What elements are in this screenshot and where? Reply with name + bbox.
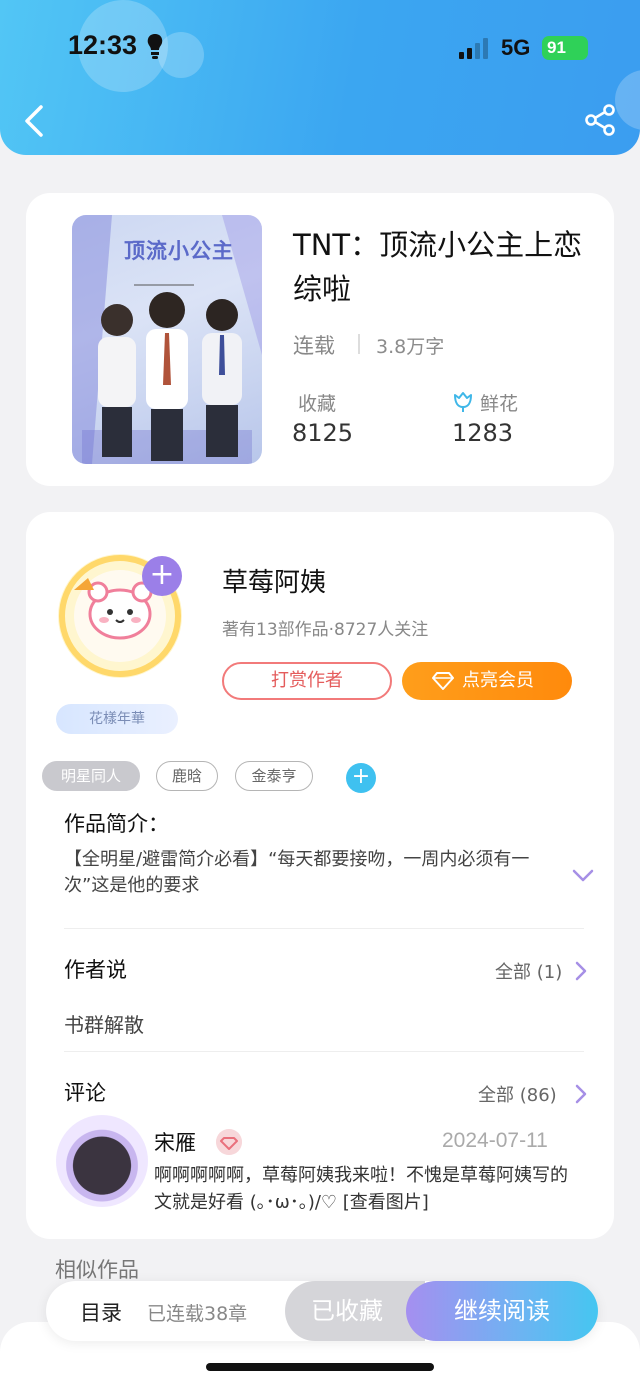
comment-text[interactable]: 啊啊啊啊啊，草莓阿姨我来啦！不愧是草莓阿姨写的文就是好看 (｡･ω･｡)/♡ [… [154,1162,574,1216]
author-says-title: 作者说 [64,958,127,982]
chapter-count: 已连载38章 [147,1303,248,1325]
intro-text: 【全明星/避雷简介必看】“每天都要接吻，一周内必须有一次”这是他的要求 [64,849,530,896]
book-title: TNT：顶流小公主上恋综啦 [293,228,583,306]
header: 12:33 5G 91 [0,0,640,155]
divider [64,1051,584,1052]
comments-title: 评论 [64,1081,106,1105]
add-tag-button[interactable]: + [346,763,376,793]
commenter-name[interactable]: 宋雁 [154,1127,196,1157]
vip-label: 点亮会员 [462,670,534,691]
serial-status: 连载 [293,334,335,358]
similar-works-title: 相似作品 [55,1258,139,1282]
book-cover[interactable]: 顶流小公主 [72,215,262,464]
decor-bubble [158,32,204,78]
comment-date: 2024-07-11 [442,1129,548,1152]
vip-button[interactable]: 点亮会员 [402,662,572,700]
favorites-count: 8125 [292,419,354,447]
favorites-label: 收藏 [298,393,337,415]
author-meta: 著有13部作品·8727人关注 [222,620,429,640]
commenter-avatar[interactable] [56,1115,148,1207]
follow-author-button[interactable]: + [142,556,182,596]
author-card: + 花樣年華 草莓阿姨 著有13部作品·8727人关注 打赏作者 点亮会员 明星… [26,512,614,1239]
continue-reading-button[interactable]: 继续阅读 [406,1281,598,1341]
tip-author-button[interactable]: 打赏作者 [222,662,392,700]
share-icon[interactable] [584,104,616,136]
flowers-label: 鲜花 [480,393,519,415]
divider [358,334,360,354]
home-indicator [206,1363,434,1371]
cover-title: 顶流小公主 [124,239,234,263]
network-label: 5G [501,35,531,60]
decor-bubble [615,70,640,130]
battery-level: 91 [547,38,566,57]
status-time: 12:33 [68,30,138,60]
flower-icon [454,392,472,412]
chevron-down-icon[interactable] [572,869,594,883]
tag-chip[interactable]: 明星同人 [42,761,140,791]
comments-see-all[interactable]: 全部 (86) [478,1081,557,1107]
bulb-icon [147,34,163,59]
back-icon[interactable] [22,104,46,138]
word-count: 3.8万字 [376,336,445,358]
intro-title: 作品简介： [64,812,169,836]
author-says-see-all[interactable]: 全部 (1) [495,958,562,984]
tag-chip[interactable]: 金泰亨 [235,761,313,791]
flowers-count: 1283 [452,419,514,447]
author-says-text: 书群解散 [64,1013,144,1037]
book-info-card: 顶流小公主 TNT：顶流小公主上恋综啦 连载 3.8万字 收藏 8125 鲜花 … [26,193,614,486]
diamond-icon [432,672,454,690]
battery-indicator: 91 [542,36,588,60]
bottom-action-bar: 目录 已连载38章 已收藏 继续阅读 [46,1281,598,1341]
divider [64,928,584,929]
chevron-right-icon[interactable] [575,1084,587,1104]
favorited-button[interactable]: 已收藏 [285,1281,425,1341]
vip-badge-icon [216,1129,242,1155]
author-badge: 花樣年華 [56,704,178,734]
toc-button[interactable]: 目录 [80,1297,122,1327]
chevron-right-icon[interactable] [575,961,587,981]
tag-chip[interactable]: 鹿晗 [156,761,218,791]
author-name[interactable]: 草莓阿姨 [222,562,326,599]
signal-icon [459,38,488,59]
